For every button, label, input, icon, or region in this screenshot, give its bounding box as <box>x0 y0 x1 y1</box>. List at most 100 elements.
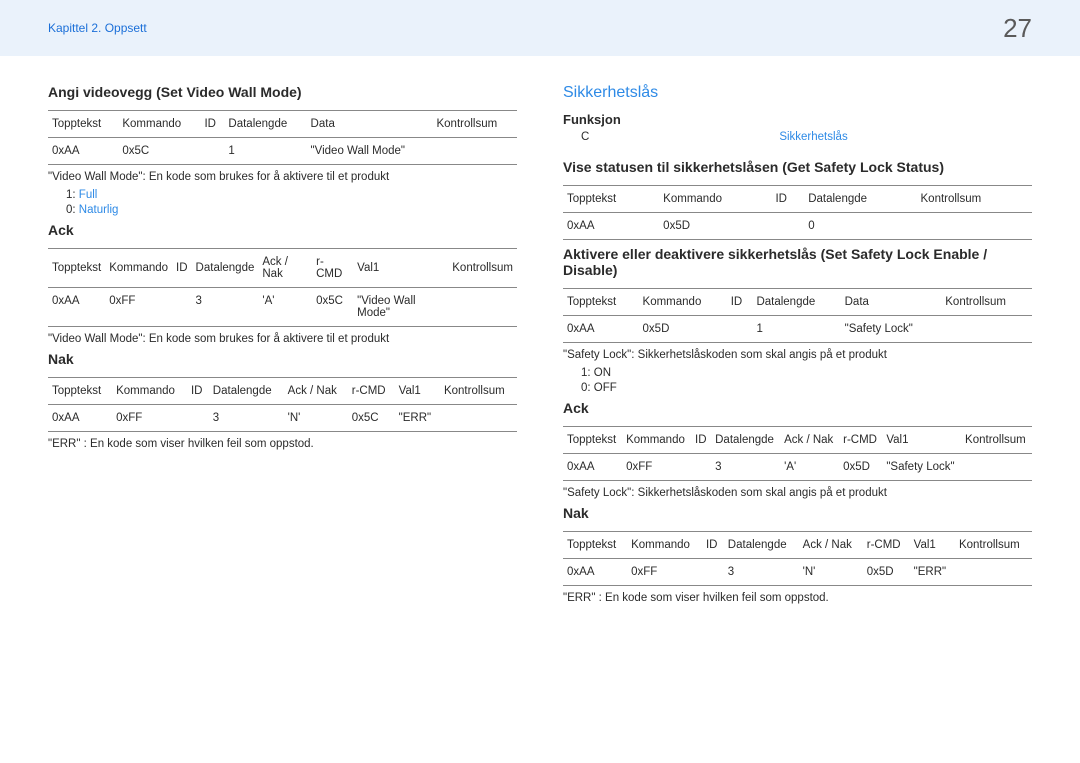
table-row: 0xAA 0xFF 3 'N' 0x5D "ERR" <box>563 559 1032 586</box>
td: 0xFF <box>627 559 702 586</box>
table-row: 0xAA 0x5C 1 "Video Wall Mode" <box>48 138 517 165</box>
th: Kontrollsum <box>448 249 517 288</box>
table-row: 0xAA 0xFF 3 'A' 0x5D "Safety Lock" <box>563 454 1032 481</box>
option-on: 1: ON <box>563 367 1032 379</box>
td: 3 <box>711 454 780 481</box>
td: 0x5C <box>118 138 200 165</box>
table-set-video-wall: Topptekst Kommando ID Datalengde Data Ko… <box>48 110 517 165</box>
th: Ack / Nak <box>799 532 863 559</box>
th: Kommando <box>105 249 172 288</box>
td: 0x5D <box>863 559 910 586</box>
table-header-row: Topptekst Kommando ID Datalengde Ack / N… <box>48 378 517 405</box>
section-nak: Nak <box>48 351 517 367</box>
td: "Safety Lock" <box>882 454 961 481</box>
note-video-wall-mode-2: "Video Wall Mode": En kode som brukes fo… <box>48 333 517 345</box>
td <box>691 454 711 481</box>
td: 0xAA <box>48 288 105 327</box>
th: ID <box>702 532 724 559</box>
th: Datalengde <box>724 532 799 559</box>
section-ack: Ack <box>48 222 517 238</box>
th: Val1 <box>353 249 448 288</box>
th: Kontrollsum <box>440 378 517 405</box>
td: 0x5D <box>659 213 771 240</box>
th: r-CMD <box>348 378 395 405</box>
table-row: 0xAA 0x5D 0 <box>563 213 1032 240</box>
td <box>432 138 517 165</box>
table-header-row: Topptekst Kommando ID Datalengde Ack / N… <box>563 427 1032 454</box>
th: ID <box>771 186 804 213</box>
option-full: 1: Full <box>48 189 517 201</box>
option-prefix: 1: <box>66 189 76 201</box>
th: ID <box>187 378 209 405</box>
th: Datalengde <box>804 186 916 213</box>
th: Datalengde <box>711 427 780 454</box>
td: 0 <box>804 213 916 240</box>
th: Kommando <box>112 378 187 405</box>
td: 0x5D <box>839 454 882 481</box>
table-ack-right: Topptekst Kommando ID Datalengde Ack / N… <box>563 426 1032 481</box>
td <box>917 213 1033 240</box>
note-video-wall-mode: "Video Wall Mode": En kode som brukes fo… <box>48 171 517 183</box>
th: Topptekst <box>563 532 627 559</box>
table-ack-left: Topptekst Kommando ID Datalengde Ack / N… <box>48 248 517 327</box>
option-off: 0: OFF <box>563 382 1032 394</box>
th: r-CMD <box>312 249 353 288</box>
section-set-safety-lock: Aktivere eller deaktivere sikkerhetslås … <box>563 246 1032 278</box>
th: Topptekst <box>563 289 639 316</box>
td: 0x5C <box>312 288 353 327</box>
link-full[interactable]: Full <box>79 189 98 201</box>
table-get-safety-lock: Topptekst Kommando ID Datalengde Kontrol… <box>563 185 1032 240</box>
th: Ack / Nak <box>258 249 312 288</box>
td <box>771 213 804 240</box>
td: 0xAA <box>48 138 118 165</box>
note-safety-lock-2: "Safety Lock": Sikkerhetslåskoden som sk… <box>563 487 1032 499</box>
th: Data <box>307 111 433 138</box>
td: 'N' <box>284 405 348 432</box>
th: Data <box>841 289 942 316</box>
th: ID <box>727 289 753 316</box>
th: Datalengde <box>192 249 259 288</box>
td: 0xFF <box>622 454 691 481</box>
td: 0xAA <box>48 405 112 432</box>
table-header-row: Topptekst Kommando ID Datalengde Data Ko… <box>563 289 1032 316</box>
th: Kontrollsum <box>941 289 1032 316</box>
th: Datalengde <box>224 111 306 138</box>
th: ID <box>691 427 711 454</box>
td: 1 <box>752 316 840 343</box>
th: Ack / Nak <box>284 378 348 405</box>
td: 3 <box>209 405 284 432</box>
th: Topptekst <box>563 427 622 454</box>
option-prefix: 0: <box>66 204 76 216</box>
th: Kommando <box>118 111 200 138</box>
td <box>727 316 753 343</box>
td <box>955 559 1032 586</box>
td: "Safety Lock" <box>841 316 942 343</box>
left-column: Angi videovegg (Set Video Wall Mode) Top… <box>48 84 517 610</box>
td <box>702 559 724 586</box>
th: Datalengde <box>209 378 284 405</box>
td <box>200 138 224 165</box>
td <box>172 288 192 327</box>
td: 'A' <box>780 454 839 481</box>
th: Kommando <box>627 532 702 559</box>
table-header-row: Topptekst Kommando ID Datalengde Ack / N… <box>563 532 1032 559</box>
th: Val1 <box>882 427 961 454</box>
section-set-video-wall: Angi videovegg (Set Video Wall Mode) <box>48 84 517 100</box>
section-safety-lock-title: Sikkerhetslås <box>563 84 1032 102</box>
td <box>448 288 517 327</box>
link-sikkerhetslas[interactable]: Sikkerhetslås <box>779 131 847 143</box>
th: Kontrollsum <box>961 427 1032 454</box>
th: Topptekst <box>48 111 118 138</box>
td: 0xFF <box>112 405 187 432</box>
td: "Video Wall Mode" <box>353 288 448 327</box>
section-nak-right: Nak <box>563 505 1032 521</box>
th: Val1 <box>395 378 440 405</box>
link-naturlig[interactable]: Naturlig <box>79 204 119 216</box>
td: "Video Wall Mode" <box>307 138 433 165</box>
th: Ack / Nak <box>780 427 839 454</box>
td: 0x5C <box>348 405 395 432</box>
th: r-CMD <box>863 532 910 559</box>
td <box>961 454 1032 481</box>
td <box>187 405 209 432</box>
page-header: Kapittel 2. Oppsett 27 <box>0 0 1080 56</box>
